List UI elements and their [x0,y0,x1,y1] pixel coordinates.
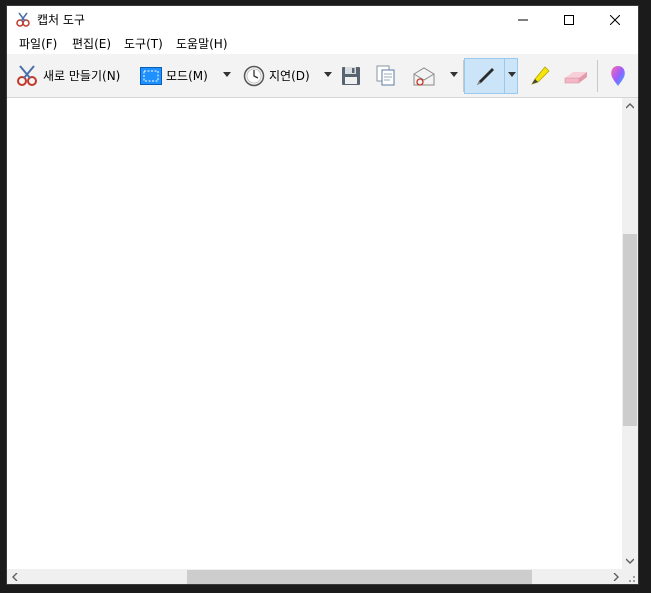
eraser-button[interactable] [563,54,589,97]
scroll-up-button[interactable] [622,98,638,114]
vertical-scrollbar[interactable] [622,98,638,569]
mode-label: 모드(M) [166,69,208,83]
resize-grip[interactable] [622,569,638,584]
paint3d-button[interactable] [609,54,627,97]
vertical-scroll-thumb[interactable] [623,234,637,426]
delay-label: 지연(D) [269,69,310,83]
highlighter-icon [531,65,550,85]
toolbar-separator-2 [597,60,598,92]
minimize-icon [518,19,528,21]
snipping-tool-window: 캡처 도구 파일(F) 편집(E) 도구(T) 도움말(H) 새로 만들기(N) [6,5,639,585]
copy-icon [376,65,395,85]
horizontal-scrollbar[interactable] [7,569,624,584]
scroll-down-button[interactable] [622,553,638,569]
paint-3d-icon [611,65,625,86]
snipping-scissors-icon [16,12,30,27]
rectangle-snip-icon [140,66,162,85]
menu-tools[interactable]: 도구(T) [124,37,163,51]
snip-canvas[interactable] [7,98,622,569]
title-bar[interactable]: 캡처 도구 [7,6,638,34]
pen-dropdown-arrow[interactable] [508,72,516,77]
highlighter-button[interactable] [528,54,552,97]
copy-button[interactable] [376,54,396,97]
clock-icon [243,65,265,86]
save-button[interactable] [341,54,361,97]
scissors-icon [17,64,37,86]
delay-button[interactable]: 지연(D) [243,54,310,97]
new-snip-label: 새로 만들기(N) [43,69,121,83]
pen-split-divider [504,58,505,94]
mode-dropdown-arrow[interactable] [223,72,231,77]
maximize-button[interactable] [546,6,592,34]
chevron-down-icon [626,558,634,564]
new-snip-button[interactable]: 새로 만들기(N) [15,54,120,97]
maximize-icon [564,15,574,25]
chevron-up-icon [626,103,634,109]
send-dropdown-arrow[interactable] [450,72,458,77]
chevron-left-icon [12,573,18,581]
close-button[interactable] [592,6,638,34]
horizontal-scroll-thumb[interactable] [187,570,532,584]
window-title: 캡처 도구 [37,13,85,27]
chevron-right-icon [613,573,619,581]
pen-icon [477,67,494,85]
pen-tool[interactable] [473,54,497,97]
mode-button[interactable]: 모드(M) [140,54,208,97]
send-snip-button[interactable] [412,54,436,97]
menu-help[interactable]: 도움말(H) [176,37,228,51]
close-icon [610,15,620,25]
menu-edit[interactable]: 편집(E) [72,37,111,51]
minimize-button[interactable] [500,6,546,34]
delay-dropdown-arrow[interactable] [324,72,332,77]
save-icon [342,66,360,85]
eraser-icon [564,71,587,83]
scroll-left-button[interactable] [7,569,23,584]
resize-grip-icon [629,576,635,582]
menu-file[interactable]: 파일(F) [19,37,57,51]
email-icon [413,66,435,86]
toolbar: 새로 만들기(N) 모드(M) 지연(D) [7,54,638,98]
menu-bar: 파일(F) 편집(E) 도구(T) 도움말(H) [7,34,638,54]
